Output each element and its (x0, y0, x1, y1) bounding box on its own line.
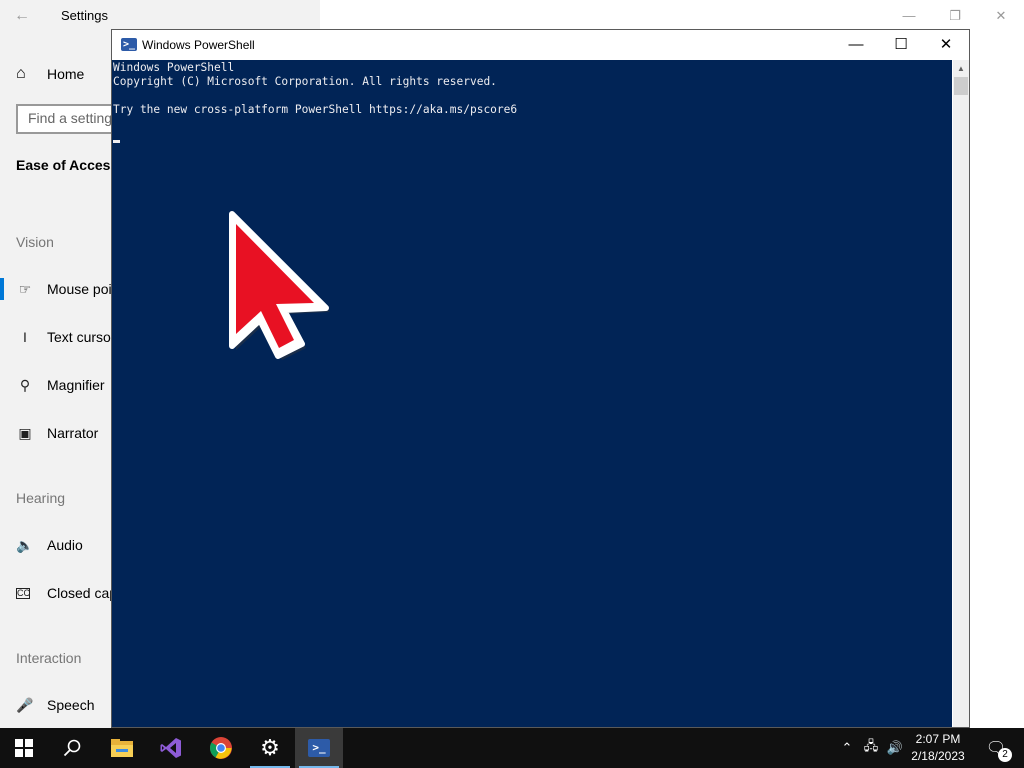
search-button[interactable] (48, 728, 96, 768)
mouse-pointer-icon: ☞ (18, 280, 32, 297)
network-icon[interactable]: 🖧 (860, 728, 882, 768)
minimize-icon[interactable]: — (897, 6, 921, 26)
start-button[interactable] (0, 728, 48, 768)
settings-title: Settings (61, 8, 108, 23)
mouse-pointer-arrow-icon (229, 211, 330, 360)
settings-gear-icon: ⚙ (260, 735, 280, 760)
minimize-icon[interactable]: — (833, 30, 879, 60)
clock-date: 2/18/2023 (911, 749, 965, 763)
search-icon (63, 739, 81, 757)
console-line: Windows PowerShell (113, 61, 235, 74)
scroll-up-arrow-icon[interactable]: ▲ (953, 62, 969, 76)
powershell-title: Windows PowerShell (142, 38, 255, 52)
powershell-icon: >_ (308, 739, 330, 757)
close-icon[interactable]: ✕ (989, 6, 1013, 26)
console-area[interactable]: Windows PowerShell Copyright (C) Microso… (112, 60, 952, 727)
maximize-icon[interactable]: ☐ (878, 30, 924, 60)
nav-item-label: Magnifier (47, 377, 105, 393)
nav-home[interactable]: ⌂ Home (16, 62, 84, 86)
text-cursor-icon: I (23, 329, 27, 345)
console-line: Copyright (C) Microsoft Corporation. All… (113, 75, 497, 88)
console-line: Try the new cross-platform PowerShell ht… (113, 103, 518, 116)
close-icon[interactable]: ✕ (923, 30, 969, 60)
vertical-scrollbar[interactable]: ▲ (953, 60, 969, 727)
section-title: Ease of Access (16, 157, 119, 173)
closed-captions-icon: CC (16, 587, 30, 599)
nav-item-label: Speech (47, 697, 95, 713)
settings-titlebar: ← Settings — ❐ ✕ (0, 0, 1024, 32)
show-hidden-icons-chevron-icon[interactable]: ⌃ (836, 728, 858, 768)
restore-icon[interactable]: ❐ (943, 6, 967, 26)
nav-home-label: Home (47, 66, 85, 82)
visual-studio-icon (160, 738, 181, 758)
speaker-icon: 🔈 (16, 536, 34, 553)
microphone-icon: 🎤 (16, 696, 34, 713)
selected-indicator (0, 278, 4, 300)
magnifier-icon: ⚲ (19, 376, 31, 393)
powershell-icon: >_ (121, 38, 137, 51)
chrome-button[interactable] (197, 728, 245, 768)
group-label-interaction: Interaction (16, 650, 82, 666)
group-label-vision: Vision (16, 234, 54, 250)
powershell-titlebar[interactable]: >_ Windows PowerShell — ☐ ✕ (112, 30, 969, 60)
text-cursor-block (113, 140, 120, 143)
nav-item-text-cursor[interactable]: I Text cursor (16, 325, 115, 349)
settings-taskbar-button[interactable]: ⚙ (246, 728, 294, 768)
back-arrow-icon[interactable]: ← (14, 6, 34, 26)
group-label-hearing: Hearing (16, 490, 66, 506)
powershell-window[interactable]: >_ Windows PowerShell — ☐ ✕ Windows Powe… (111, 29, 970, 728)
powershell-taskbar-button[interactable]: >_ (295, 728, 343, 768)
file-explorer-icon (111, 739, 133, 757)
taskbar: ⚙ >_ ⌃ 🖧 🔊 2:07 PM 2/18/2023 🗨 2 (0, 728, 1024, 768)
nav-item-label: Text cursor (47, 329, 116, 345)
chrome-icon (210, 737, 232, 759)
notification-count: 2 (998, 748, 1012, 762)
nav-item-audio[interactable]: 🔈 Audio (16, 533, 83, 557)
clock-time: 2:07 PM (915, 732, 961, 746)
windows-start-icon (15, 739, 33, 757)
narrator-icon: ▣ (18, 424, 32, 441)
nav-item-speech[interactable]: 🎤 Speech (16, 693, 94, 717)
nav-item-label: Narrator (47, 425, 99, 441)
visual-studio-button[interactable] (147, 728, 195, 768)
clock[interactable]: 2:07 PM 2/18/2023 (900, 731, 976, 765)
action-center-button[interactable]: 🗨 2 (978, 728, 1014, 768)
nav-item-magnifier[interactable]: ⚲ Magnifier (16, 373, 105, 397)
file-explorer-button[interactable] (98, 728, 146, 768)
nav-item-narrator[interactable]: ▣ Narrator (16, 421, 98, 445)
scroll-thumb[interactable] (954, 77, 968, 95)
nav-item-label: Audio (47, 537, 83, 553)
home-icon: ⌂ (16, 65, 26, 82)
